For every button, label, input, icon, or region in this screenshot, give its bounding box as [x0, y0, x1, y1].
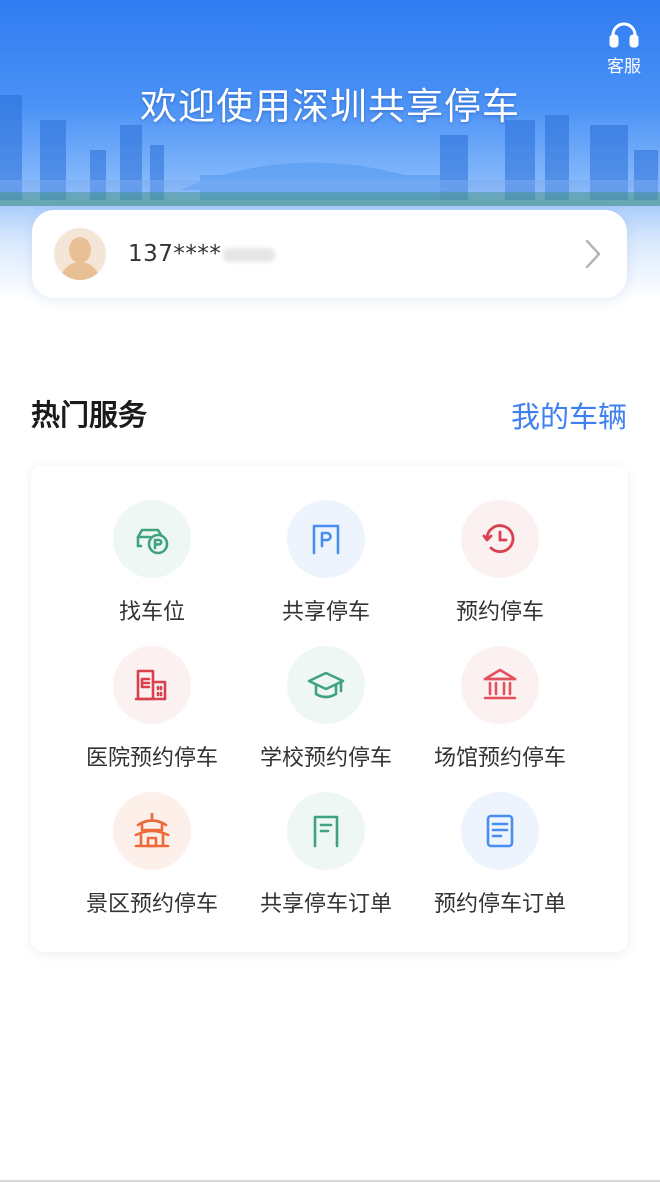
headset-icon — [609, 22, 639, 48]
school-cap-icon — [287, 646, 365, 724]
service-shared-parking[interactable]: 共享停车 — [241, 500, 411, 630]
service-hospital-parking[interactable]: 医院预约停车 — [67, 646, 237, 776]
service-label: 学校预约停车 — [259, 746, 392, 771]
service-label: 预约停车订单 — [433, 892, 566, 917]
user-card[interactable]: 137**** — [32, 210, 627, 298]
hero-ground-gradient — [0, 180, 660, 210]
chevron-right-icon — [585, 239, 601, 269]
user-phone-text: 137**** — [128, 241, 222, 267]
service-label: 找车位 — [118, 600, 185, 625]
find-parking-icon — [113, 500, 191, 578]
shared-parking-icon — [287, 500, 365, 578]
shared-order-icon — [287, 792, 365, 870]
phone-redaction — [223, 247, 276, 262]
customer-service-button[interactable]: 客服 — [602, 20, 646, 78]
service-label: 预约停车 — [455, 600, 544, 625]
my-vehicles-link[interactable]: 我的车辆 — [511, 394, 627, 436]
service-shared-order[interactable]: 共享停车订单 — [241, 792, 411, 922]
user-phone: 137**** — [128, 241, 276, 267]
service-venue-parking[interactable]: 场馆预约停车 — [415, 646, 585, 776]
service-label: 共享停车订单 — [259, 892, 392, 917]
user-avatar-icon — [54, 228, 106, 280]
venue-building-icon — [461, 646, 539, 724]
service-label: 景区预约停车 — [85, 892, 218, 917]
hot-services-title: 热门服务 — [31, 398, 148, 432]
service-label: 场馆预约停车 — [433, 746, 566, 771]
customer-service-label: 客服 — [607, 57, 641, 77]
service-label: 共享停车 — [281, 600, 370, 625]
reserve-order-icon — [461, 792, 539, 870]
service-scenic-parking[interactable]: 景区预约停车 — [67, 792, 237, 922]
reserve-clock-icon — [461, 500, 539, 578]
hospital-icon — [113, 646, 191, 724]
service-reserve-order[interactable]: 预约停车订单 — [415, 792, 585, 922]
service-find-parking[interactable]: 找车位 — [67, 500, 237, 630]
service-reserve-parking[interactable]: 预约停车 — [415, 500, 585, 630]
welcome-title: 欢迎使用深圳共享停车 — [140, 85, 520, 128]
scenic-pagoda-icon — [113, 792, 191, 870]
service-school-parking[interactable]: 学校预约停车 — [241, 646, 411, 776]
service-label: 医院预约停车 — [85, 746, 218, 771]
services-panel: 找车位 共享停车 预约停车 医院预约停车 学校预约停车 场馆预约停车 景区预约停… — [31, 465, 628, 952]
